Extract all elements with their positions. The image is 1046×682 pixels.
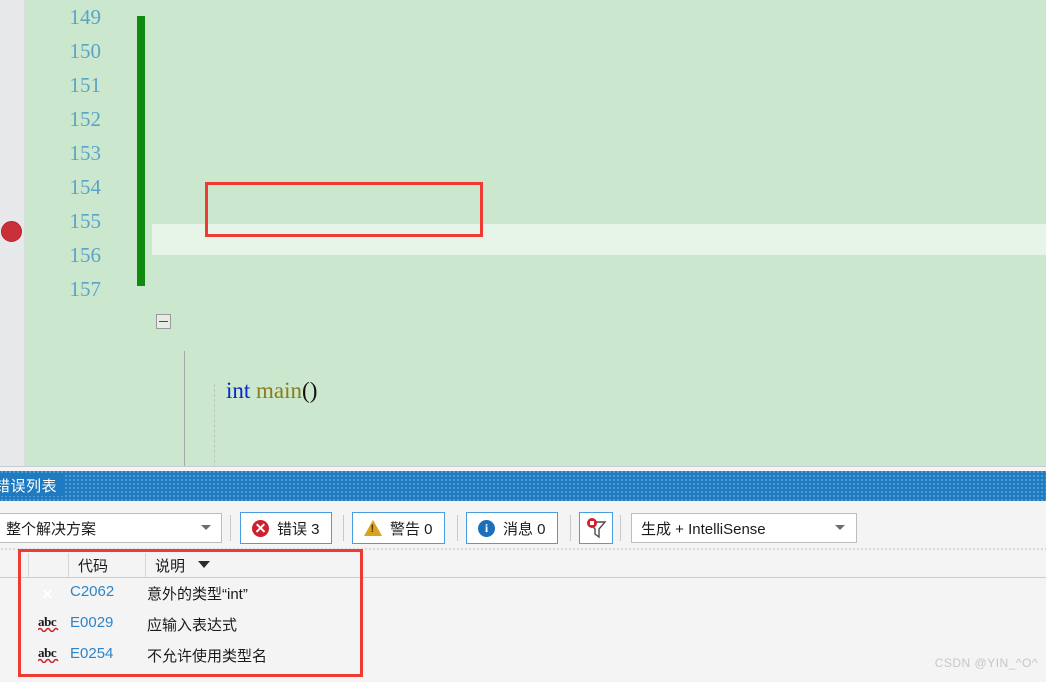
column-header-code-label: 代码 [78, 558, 109, 575]
build-filter-dropdown[interactable]: 生成 + IntelliSense [631, 513, 857, 543]
scope-filter-dropdown[interactable]: 整个解决方案 [0, 513, 222, 543]
toolbar-separator [570, 515, 571, 541]
indent-guide-line [214, 384, 215, 466]
paren-pair: () [302, 378, 318, 403]
error-description: 意外的类型“int” [147, 586, 248, 603]
line-number-gutter: 149 150 151 152 153 154 155 156 157 [25, 0, 137, 466]
warning-triangle-icon [364, 520, 382, 536]
error-description: 不允许使用类型名 [147, 648, 268, 665]
table-row[interactable]: abc E0254 不允许使用类型名 [0, 641, 1046, 670]
code-line-150: int main() [152, 306, 1046, 466]
panel-title-text: 错误列表 [0, 475, 64, 496]
error-list-grid[interactable]: 代码 说明 C2062 意外的类型“int” abc E0029 应输入表达式 … [0, 550, 1046, 682]
panel-title-bar: 错误列表 [0, 471, 1046, 501]
messages-toggle-button[interactable]: i 消息 0 [466, 512, 558, 544]
abc-squiggle-icon: abc [38, 615, 59, 632]
errors-label: 错误 3 [277, 520, 320, 538]
messages-label: 消息 0 [503, 520, 546, 538]
chevron-down-icon[interactable] [201, 525, 211, 530]
watermark-text: CSDN @YIN_^O^ [934, 656, 1038, 670]
filter-icon-button[interactable] [579, 512, 613, 544]
error-x-icon [252, 519, 269, 537]
line-number: 153 [69, 141, 102, 165]
error-list-toolbar: 整个解决方案 错误 3 警告 0 i 消息 0 [0, 507, 1046, 549]
table-row[interactable]: abc E0029 应输入表达式 [0, 610, 1046, 639]
errors-toggle-button[interactable]: 错误 3 [240, 512, 332, 544]
build-filter-value: 生成 + IntelliSense [641, 521, 766, 538]
warnings-toggle-button[interactable]: 警告 0 [352, 512, 445, 544]
abc-squiggle-icon: abc [38, 646, 59, 663]
info-circle-icon: i [478, 519, 495, 537]
column-header-description-label: 说明 [155, 558, 186, 575]
toolbar-separator [457, 515, 458, 541]
collapse-region-icon[interactable] [156, 314, 171, 329]
line-number: 151 [69, 73, 102, 97]
scope-filter-value: 整个解决方案 [6, 521, 97, 538]
error-code: E0029 [70, 614, 114, 631]
unsaved-change-bar [137, 16, 145, 286]
error-code: C2062 [70, 583, 115, 600]
line-number: 149 [69, 5, 102, 29]
error-code: E0254 [70, 645, 114, 662]
keyword-int: int [226, 378, 251, 403]
sort-descending-icon[interactable] [198, 561, 211, 568]
error-list-header-row: 代码 说明 [0, 550, 1046, 578]
line-number: 152 [69, 107, 102, 131]
error-description: 应输入表达式 [147, 617, 238, 634]
column-header-description[interactable]: 说明 [145, 553, 1046, 577]
toolbar-separator [343, 515, 344, 541]
error-list-panel: 错误列表 整个解决方案 错误 3 警告 0 i 消息 0 [0, 466, 1046, 682]
line-number: 150 [69, 39, 102, 63]
breakpoint-margin[interactable] [0, 0, 25, 466]
scope-guide-line [184, 351, 185, 466]
warnings-label: 警告 0 [390, 520, 433, 538]
table-row[interactable]: C2062 意外的类型“int” [0, 579, 1046, 608]
visual-studio-window: 149 150 151 152 153 154 155 156 157 int … [0, 0, 1046, 682]
column-header-icon[interactable] [28, 553, 68, 577]
line-number: 157 [69, 277, 102, 301]
chevron-down-icon[interactable] [835, 525, 845, 530]
column-header-code[interactable]: 代码 [68, 553, 145, 577]
code-text-area[interactable]: int main() { int i = int(); int j = int(… [152, 0, 1046, 466]
line-number: 154 [69, 175, 102, 199]
breakpoint-indicator-icon[interactable] [1, 221, 22, 242]
line-number: 155 [69, 209, 102, 233]
code-editor[interactable]: 149 150 151 152 153 154 155 156 157 int … [0, 0, 1046, 466]
toolbar-separator [620, 515, 621, 541]
function-name-main: main [256, 378, 303, 403]
toolbar-separator [230, 515, 231, 541]
filter-icon [587, 518, 607, 539]
line-number: 156 [69, 243, 102, 267]
